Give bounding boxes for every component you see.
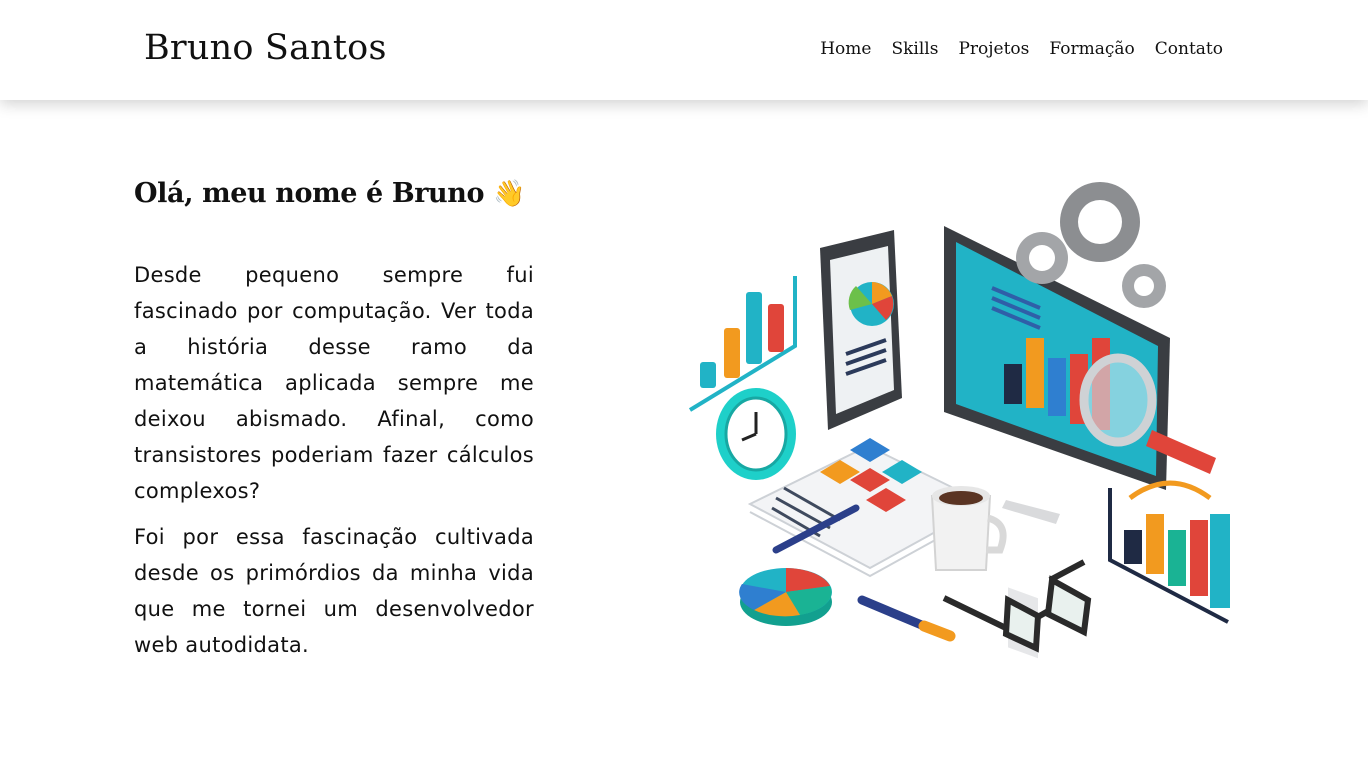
pen-icon	[857, 595, 956, 642]
nav-link-projetos[interactable]: Projetos	[958, 39, 1029, 59]
hero-title: Olá, meu nome é Bruno 👋	[134, 178, 534, 209]
nav-link-home[interactable]: Home	[820, 39, 871, 59]
bar-chart-right-icon	[1108, 480, 1230, 624]
coffee-mug-icon	[930, 486, 1007, 571]
tablet-icon	[820, 230, 902, 430]
nav-link-formacao[interactable]: Formação	[1049, 39, 1134, 59]
bar-chart-left-icon	[688, 276, 797, 412]
glasses-icon	[942, 559, 1092, 653]
nav-item-contato: Contato	[1155, 39, 1223, 59]
nav-item-skills: Skills	[891, 39, 938, 59]
waving-hand-icon: 👋	[493, 179, 526, 209]
hero-title-text: Olá, meu nome é Bruno	[134, 178, 485, 209]
clock-icon	[716, 388, 796, 480]
pie-chart-icon	[739, 568, 832, 626]
nav-item-home: Home	[820, 39, 871, 59]
nav-menu: Home Skills Projetos Formação Contato	[820, 39, 1223, 59]
intro-paragraph-2: Foi por essa fascinação cultivada desde …	[134, 525, 534, 657]
nav-item-projetos: Projetos	[958, 39, 1029, 59]
nav-link-skills[interactable]: Skills	[891, 39, 938, 59]
navbar: Bruno Santos Home Skills Projetos Formaç…	[0, 0, 1368, 100]
nav-link-contato[interactable]: Contato	[1155, 39, 1223, 59]
brand-logo-link[interactable]: Bruno Santos	[144, 28, 387, 68]
hero-section: Olá, meu nome é Bruno 👋 Desde pequeno se…	[134, 178, 534, 663]
tech-analytics-illustration	[688, 182, 1230, 659]
intro-paragraph: Desde pequeno sempre fui fascinado por c…	[134, 263, 534, 503]
nav-item-formacao: Formação	[1049, 39, 1134, 59]
